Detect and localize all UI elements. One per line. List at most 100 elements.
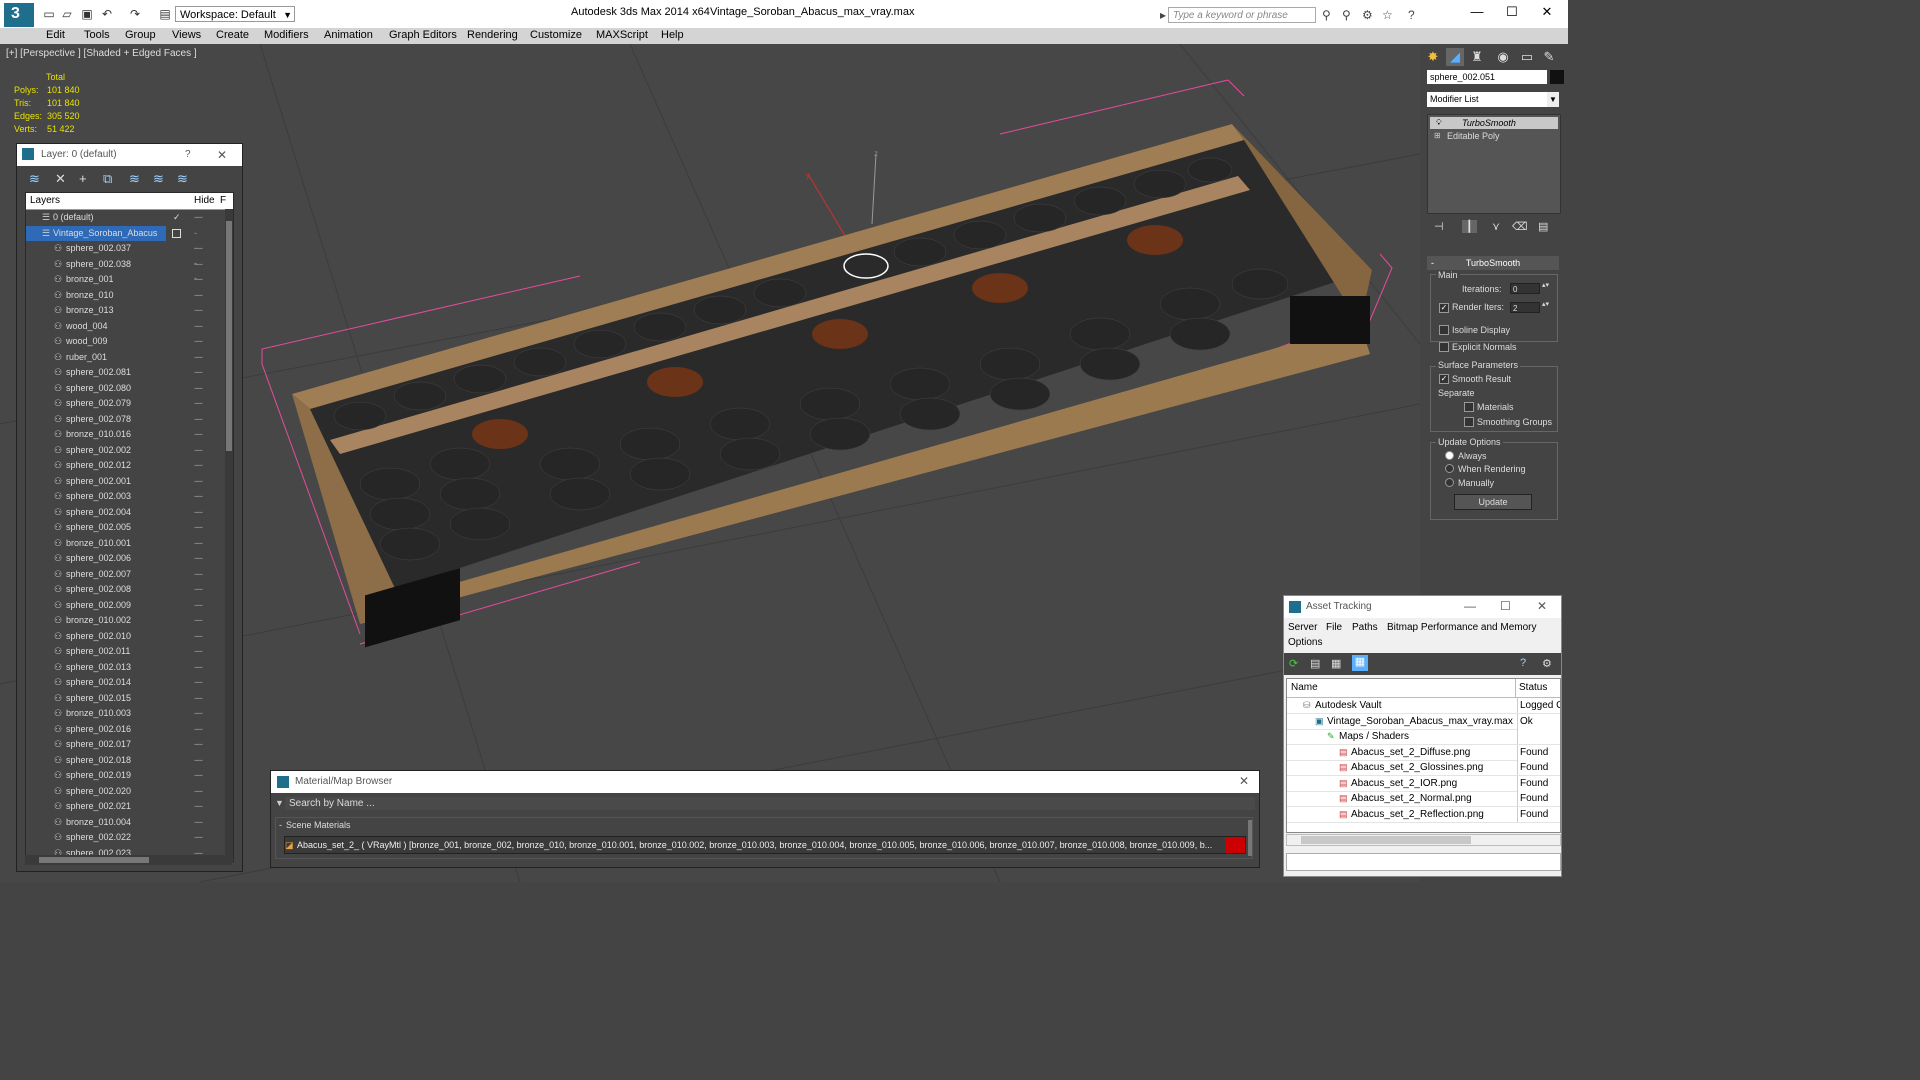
help-icon[interactable]: ? <box>185 149 191 160</box>
menu-file[interactable]: File <box>1326 622 1342 633</box>
layer-row[interactable]: ⚇ sphere_002.037 ---- <box>26 241 224 256</box>
layer-row[interactable]: ⚇ bronze_013 ---- <box>26 303 224 318</box>
select-objects-icon[interactable]: ⧉ <box>103 171 112 187</box>
column-freeze[interactable]: F <box>220 195 226 206</box>
layer-row[interactable]: ⚇ sphere_002.006 ---- <box>26 551 224 566</box>
scroll-thumb[interactable] <box>1301 836 1471 844</box>
asset-row[interactable]: ⛁ Autodesk Vault Logged C <box>1287 698 1560 714</box>
layer-row[interactable]: ⚇ sphere_002.038 ---- <box>26 257 224 272</box>
asset-row[interactable]: ▣ Vintage_Soroban_Abacus_max_vray.max Ok <box>1287 713 1560 730</box>
hierarchy-tab-icon[interactable]: ♜ <box>1468 48 1486 66</box>
configure-modifier-sets-icon[interactable]: ▤ <box>1538 220 1548 233</box>
hide-toggle[interactable]: ---- <box>194 272 203 287</box>
help-icon[interactable]: ? <box>1520 657 1526 669</box>
always-radio[interactable] <box>1445 451 1454 460</box>
layer-row[interactable]: ⚇ bronze_010.003 ---- <box>26 706 224 721</box>
material-row[interactable]: ◪ Abacus_set_2_ ( VRayMtl ) [bronze_001, … <box>284 836 1246 854</box>
column-hide[interactable]: Hide <box>194 195 215 206</box>
stack-item-turbosmooth[interactable]: TurboSmooth <box>1430 117 1558 129</box>
layer-row[interactable]: ⚇ sphere_002.013 ---- <box>26 660 224 675</box>
layer-scrollbar[interactable] <box>225 209 233 859</box>
hide-toggle[interactable]: ---- <box>194 412 203 427</box>
close-icon[interactable]: ✕ <box>1239 774 1249 788</box>
hide-toggle[interactable]: ---- <box>194 303 203 318</box>
hide-toggle[interactable]: ---- <box>194 660 203 675</box>
menu-customize[interactable]: Customize <box>530 29 582 41</box>
isoline-display-checkbox[interactable] <box>1439 325 1449 335</box>
open-file-icon[interactable]: ▱ <box>60 7 74 21</box>
layer-row[interactable]: ⚇ bronze_001 ---- <box>26 272 224 287</box>
iterations-spinner[interactable]: 0 <box>1510 283 1540 294</box>
column-status[interactable]: Status <box>1519 682 1547 693</box>
hide-toggle[interactable]: ---- <box>194 210 203 225</box>
layer-row[interactable]: ⚇ ruber_001 ---- <box>26 350 224 365</box>
hide-toggle[interactable]: ---- <box>194 706 203 721</box>
when-rendering-radio[interactable] <box>1445 464 1454 473</box>
minimize-window-icon[interactable]: — <box>1464 599 1476 613</box>
close-icon[interactable]: ✕ <box>1537 599 1547 613</box>
close-window-icon[interactable]: ✕ <box>1532 4 1562 20</box>
layer-row[interactable]: ⚇ sphere_002.005 ---- <box>26 520 224 535</box>
asset-row[interactable]: ▤ Abacus_set_2_Glossines.png Found <box>1287 760 1560 776</box>
scroll-thumb[interactable] <box>39 857 149 863</box>
spinner-arrows-icon[interactable]: ▴▾ <box>1542 300 1549 308</box>
explicit-normals-checkbox[interactable] <box>1439 342 1449 352</box>
hide-toggle[interactable]: ---- <box>194 598 203 613</box>
layer-row[interactable]: ☰ 0 (default) ✓ ---- <box>26 210 224 225</box>
layer-row[interactable]: ⚇ sphere_002.018 ---- <box>26 753 224 768</box>
hide-toggle[interactable]: ---- <box>194 613 203 628</box>
layer-row[interactable]: ⚇ sphere_002.011 ---- <box>26 644 224 659</box>
menu-tools[interactable]: Tools <box>84 29 110 41</box>
object-color-swatch[interactable] <box>1550 70 1564 84</box>
layer-row[interactable]: ⚇ sphere_002.014 ---- <box>26 675 224 690</box>
hide-toggle[interactable]: ---- <box>194 458 203 473</box>
settings-icon[interactable]: ⚙ <box>1542 657 1552 670</box>
favorites-star-icon[interactable]: ☆ <box>1382 8 1393 22</box>
hide-toggle[interactable]: ---- <box>194 567 203 582</box>
chevron-down-icon[interactable]: ▼ <box>1547 92 1559 107</box>
asset-horizontal-scrollbar[interactable] <box>1286 834 1561 846</box>
layer-row[interactable]: ⚇ sphere_002.078 ---- <box>26 412 224 427</box>
layer-row[interactable]: ⚇ sphere_002.003 ---- <box>26 489 224 504</box>
menu-views[interactable]: Views <box>172 29 201 41</box>
help-search-input[interactable]: Type a keyword or phrase <box>1168 7 1316 23</box>
hide-toggle[interactable]: ---- <box>194 365 203 380</box>
close-icon[interactable]: ✕ <box>217 148 227 162</box>
layer-row[interactable]: ⚇ bronze_010.001 ---- <box>26 536 224 551</box>
menu-server[interactable]: Server <box>1288 622 1317 633</box>
hide-toggle[interactable]: ---- <box>194 489 203 504</box>
hide-toggle[interactable]: ---- <box>194 334 203 349</box>
hide-toggle[interactable]: ---- <box>194 319 203 334</box>
hide-all-layers-icon[interactable]: ≋ <box>153 171 164 187</box>
layer-row[interactable]: ⚇ sphere_002.012 ---- <box>26 458 224 473</box>
hide-toggle[interactable]: ---- <box>194 784 203 799</box>
hide-toggle[interactable]: ---- <box>194 443 203 458</box>
asset-row[interactable]: ✎ Maps / Shaders <box>1287 729 1560 745</box>
column-name[interactable]: Name <box>1291 682 1318 693</box>
details-view-icon[interactable]: ▦ <box>1331 657 1341 670</box>
help-icon[interactable]: ? <box>1408 8 1415 22</box>
hide-toggle[interactable]: ---- <box>194 536 203 551</box>
object-name-input[interactable]: sphere_002.051 <box>1427 70 1547 84</box>
create-layer-icon[interactable]: ≋ <box>29 171 40 187</box>
add-to-layer-icon[interactable]: + <box>79 171 87 186</box>
browser-options-icon[interactable]: ▼ <box>275 798 284 808</box>
menu-options[interactable]: Options <box>1288 637 1322 648</box>
hide-toggle[interactable]: ---- <box>194 582 203 597</box>
layer-row[interactable]: ⚇ bronze_010.016 ---- <box>26 427 224 442</box>
minimize-window-icon[interactable]: — <box>1462 4 1492 19</box>
column-layers[interactable]: Layers <box>30 195 60 206</box>
layer-row[interactable]: ⚇ sphere_002.080 ---- <box>26 381 224 396</box>
layer-row[interactable]: ⚇ sphere_002.022 ---- <box>26 830 224 845</box>
layer-row[interactable]: ⚇ sphere_002.015 ---- <box>26 691 224 706</box>
app-logo-icon[interactable]: 3 <box>4 3 34 27</box>
motion-tab-icon[interactable]: ◉ <box>1494 48 1512 66</box>
layer-row[interactable]: ⚇ sphere_002.007 ---- <box>26 567 224 582</box>
expand-plus-icon[interactable]: ⊞ <box>1434 131 1441 140</box>
layer-row[interactable]: ⚇ sphere_002.002 ---- <box>26 443 224 458</box>
menu-paths[interactable]: Paths <box>1352 622 1378 633</box>
project-folder-icon[interactable]: ▤ <box>158 7 172 21</box>
hide-toggle[interactable]: ---- <box>194 830 203 845</box>
maximize-window-icon[interactable]: ☐ <box>1497 4 1527 20</box>
modifier-list-dropdown[interactable]: Modifier List <box>1427 92 1559 107</box>
